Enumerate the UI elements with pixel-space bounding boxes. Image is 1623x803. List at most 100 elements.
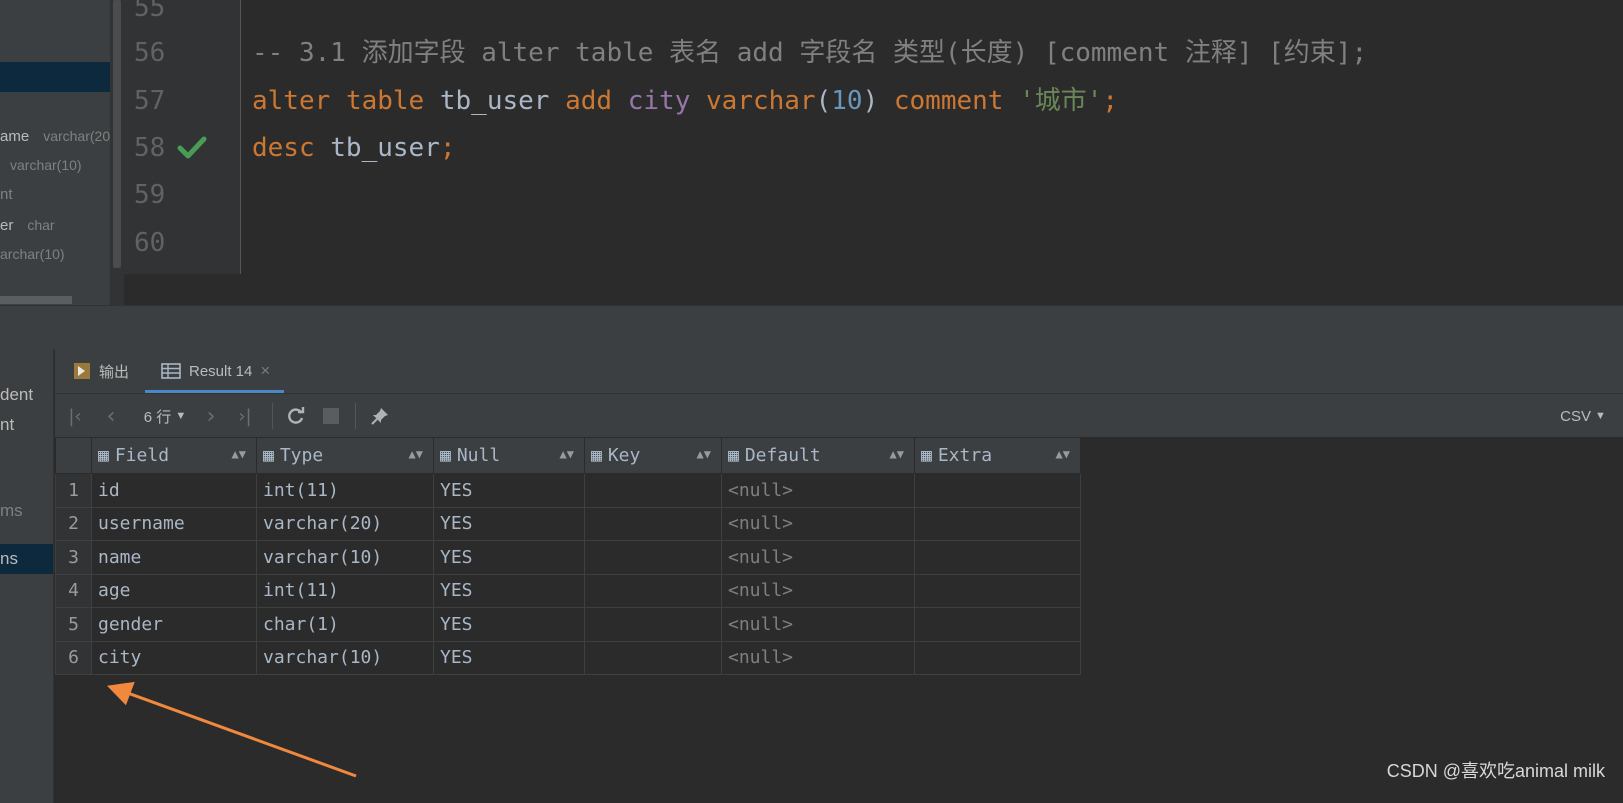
sort-icon[interactable]: ▲▼ bbox=[697, 447, 711, 461]
cell-extra[interactable] bbox=[914, 473, 1081, 508]
cell-null[interactable]: YES bbox=[433, 607, 585, 642]
chevron-down-icon: ▼ bbox=[1594, 410, 1606, 422]
cell-extra[interactable] bbox=[914, 506, 1081, 541]
table-row[interactable]: 1 id int(11) YES <null> bbox=[55, 473, 1081, 508]
column-header-field[interactable]: ▦ Field ▲▼ bbox=[91, 437, 257, 474]
column-table-icon: ▦ bbox=[921, 445, 932, 466]
tree-horizontal-scrollbar[interactable] bbox=[0, 296, 72, 304]
cell-type[interactable]: varchar(10) bbox=[256, 540, 434, 575]
next-page-icon[interactable]: › bbox=[199, 402, 223, 430]
cell-extra[interactable] bbox=[914, 640, 1081, 675]
cell-field[interactable]: name bbox=[91, 540, 257, 575]
cell-extra[interactable] bbox=[914, 573, 1081, 608]
tab-result-label: Result 14 bbox=[189, 362, 253, 380]
row-number[interactable]: 1 bbox=[55, 473, 92, 508]
cell-default[interactable]: <null> bbox=[721, 640, 915, 675]
last-page-icon[interactable]: ›| bbox=[233, 402, 257, 430]
services-item[interactable]: dent bbox=[0, 383, 33, 407]
cell-default[interactable]: <null> bbox=[721, 473, 915, 508]
table-row[interactable]: 4 age int(11) YES <null> bbox=[55, 573, 1081, 608]
cell-type[interactable]: int(11) bbox=[256, 473, 434, 508]
sql-semicolon: ; bbox=[439, 133, 456, 163]
cell-key[interactable] bbox=[584, 506, 722, 541]
cell-key[interactable] bbox=[584, 640, 722, 675]
export-format-dropdown[interactable]: CSV ▼ bbox=[1555, 402, 1611, 430]
stop-icon[interactable] bbox=[319, 402, 343, 430]
panel-divider[interactable] bbox=[0, 305, 1623, 349]
pin-icon[interactable] bbox=[367, 402, 393, 430]
toolbar-separator bbox=[272, 403, 273, 429]
rows-count-dropdown[interactable]: 6 行 ▼ bbox=[137, 402, 193, 430]
tab-output-label: 输出 bbox=[99, 363, 130, 381]
sort-icon[interactable]: ▲▼ bbox=[560, 447, 574, 461]
row-number[interactable]: 3 bbox=[55, 540, 92, 575]
checkmark-icon bbox=[177, 136, 207, 159]
sort-icon[interactable]: ▲▼ bbox=[1056, 447, 1070, 461]
services-item[interactable]: ns bbox=[0, 547, 18, 571]
tree-item-column[interactable]: nt bbox=[0, 184, 13, 206]
refresh-icon[interactable] bbox=[283, 402, 309, 430]
cell-null[interactable]: YES bbox=[433, 573, 585, 608]
cell-field[interactable]: id bbox=[91, 473, 257, 508]
row-number[interactable]: 5 bbox=[55, 607, 92, 642]
grid-corner[interactable] bbox=[55, 437, 92, 474]
cell-null[interactable]: YES bbox=[433, 540, 585, 575]
cell-type[interactable]: varchar(20) bbox=[256, 506, 434, 541]
row-number[interactable]: 4 bbox=[55, 573, 92, 608]
table-row[interactable]: 2 username varchar(20) YES <null> bbox=[55, 506, 1081, 541]
first-page-icon[interactable]: |‹ bbox=[63, 402, 87, 430]
cell-key[interactable] bbox=[584, 473, 722, 508]
cell-key[interactable] bbox=[584, 540, 722, 575]
cell-extra[interactable] bbox=[914, 540, 1081, 575]
tree-item-column[interactable]: varchar(10) bbox=[10, 154, 82, 176]
editor-bottom-area bbox=[124, 274, 1623, 305]
cell-type[interactable]: char(1) bbox=[256, 607, 434, 642]
tree-selected-row[interactable] bbox=[0, 62, 110, 92]
scrollbar-thumb[interactable] bbox=[113, 0, 121, 268]
cell-field[interactable]: age bbox=[91, 573, 257, 608]
column-header-key[interactable]: ▦ Key ▲▼ bbox=[584, 437, 722, 474]
column-header-extra[interactable]: ▦ Extra ▲▼ bbox=[914, 437, 1081, 474]
cell-default[interactable]: <null> bbox=[721, 506, 915, 541]
cell-default[interactable]: <null> bbox=[721, 607, 915, 642]
sql-editor[interactable]: 55 56 57 58 59 60 -- 3.1 添加字段 alter tabl… bbox=[124, 0, 1623, 274]
table-row[interactable]: 6 city varchar(10) YES <null> bbox=[55, 640, 1081, 675]
cell-field[interactable]: city bbox=[91, 640, 257, 675]
table-row[interactable]: 3 name varchar(10) YES <null> bbox=[55, 540, 1081, 575]
cell-key[interactable] bbox=[584, 573, 722, 608]
prev-page-icon[interactable]: ‹ bbox=[99, 402, 123, 430]
row-number[interactable]: 2 bbox=[55, 506, 92, 541]
tree-item-type: varchar(10) bbox=[10, 157, 82, 173]
cell-default[interactable]: <null> bbox=[721, 573, 915, 608]
sort-icon[interactable]: ▲▼ bbox=[890, 447, 904, 461]
tab-output[interactable]: 输出 bbox=[73, 349, 129, 393]
tree-item-column[interactable]: er char bbox=[0, 214, 55, 236]
cell-null[interactable]: YES bbox=[433, 473, 585, 508]
watermark: CSDN @喜欢吃animal milk bbox=[1386, 761, 1605, 781]
sort-icon[interactable]: ▲▼ bbox=[232, 447, 246, 461]
cell-type[interactable]: varchar(10) bbox=[256, 640, 434, 675]
cell-field[interactable]: gender bbox=[91, 607, 257, 642]
services-item[interactable]: ms bbox=[0, 499, 23, 523]
tab-result[interactable]: Result 14 × bbox=[145, 349, 285, 393]
table-row[interactable]: 5 gender char(1) YES <null> bbox=[55, 607, 1081, 642]
row-number[interactable]: 6 bbox=[55, 640, 92, 675]
cell-default[interactable]: <null> bbox=[721, 540, 915, 575]
column-header-type[interactable]: ▦ Type ▲▼ bbox=[256, 437, 434, 474]
cell-key[interactable] bbox=[584, 607, 722, 642]
line-number: 56 bbox=[134, 38, 166, 68]
sql-identifier: tb_user bbox=[439, 86, 550, 116]
cell-extra[interactable] bbox=[914, 607, 1081, 642]
tree-item-column[interactable]: ame varchar(20 bbox=[0, 125, 110, 147]
cell-field[interactable]: username bbox=[91, 506, 257, 541]
cell-null[interactable]: YES bbox=[433, 640, 585, 675]
services-item[interactable]: nt bbox=[0, 413, 14, 437]
cell-type[interactable]: int(11) bbox=[256, 573, 434, 608]
tree-item-column[interactable]: archar(10) bbox=[0, 243, 65, 265]
column-header-default[interactable]: ▦ Default ▲▼ bbox=[721, 437, 915, 474]
sort-icon[interactable]: ▲▼ bbox=[409, 447, 423, 461]
tree-vertical-scrollbar[interactable] bbox=[110, 0, 124, 305]
cell-null[interactable]: YES bbox=[433, 506, 585, 541]
column-header-null[interactable]: ▦ Null ▲▼ bbox=[433, 437, 585, 474]
close-icon[interactable]: × bbox=[260, 361, 270, 381]
